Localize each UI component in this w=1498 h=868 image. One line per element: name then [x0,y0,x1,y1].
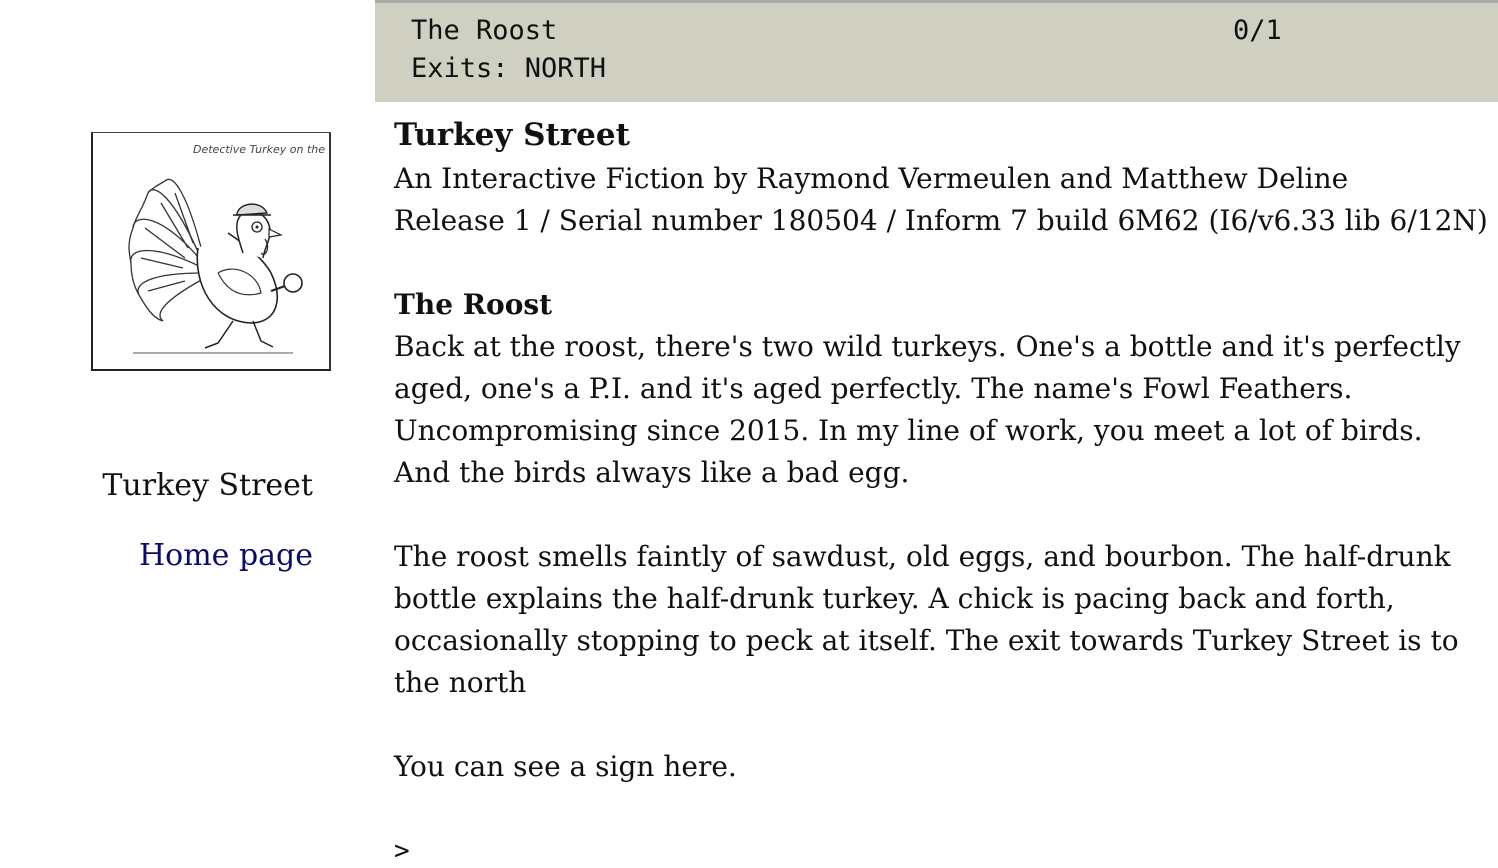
room-details: The roost smells faintly of sawdust, old… [394,540,1459,699]
transcript: Turkey Street An Interactive Fiction by … [394,112,1488,868]
byline: An Interactive Fiction by Raymond Vermeu… [394,162,1349,195]
sidebar: Detective Turkey on the case [0,102,375,868]
game-title: Turkey Street [394,117,630,153]
command-input[interactable] [415,836,1016,866]
sidebar-game-title: Turkey Street [102,468,313,503]
turkey-sketch-icon: Detective Turkey on the case [128,143,329,354]
status-exits: Exits: NORTH [411,53,607,84]
release-info: Release 1 / Serial number 180504 / Infor… [394,204,1488,237]
home-page-link[interactable]: Home page [139,538,313,573]
room-heading: The Roost [394,288,553,321]
cover-caption: Detective Turkey on the case [193,143,329,156]
cover-art: Detective Turkey on the case [91,132,331,371]
room-description: Back at the roost, there's two wild turk… [394,330,1461,489]
visible-objects: You can see a sign here. [394,750,737,783]
prompt-symbol: > [394,836,410,866]
command-line: > [394,830,1479,868]
status-score: 0/1 [1233,15,1282,46]
status-room-name: The Roost [411,15,558,46]
status-bar: The Roost Exits: NORTH 0/1 [375,3,1498,102]
